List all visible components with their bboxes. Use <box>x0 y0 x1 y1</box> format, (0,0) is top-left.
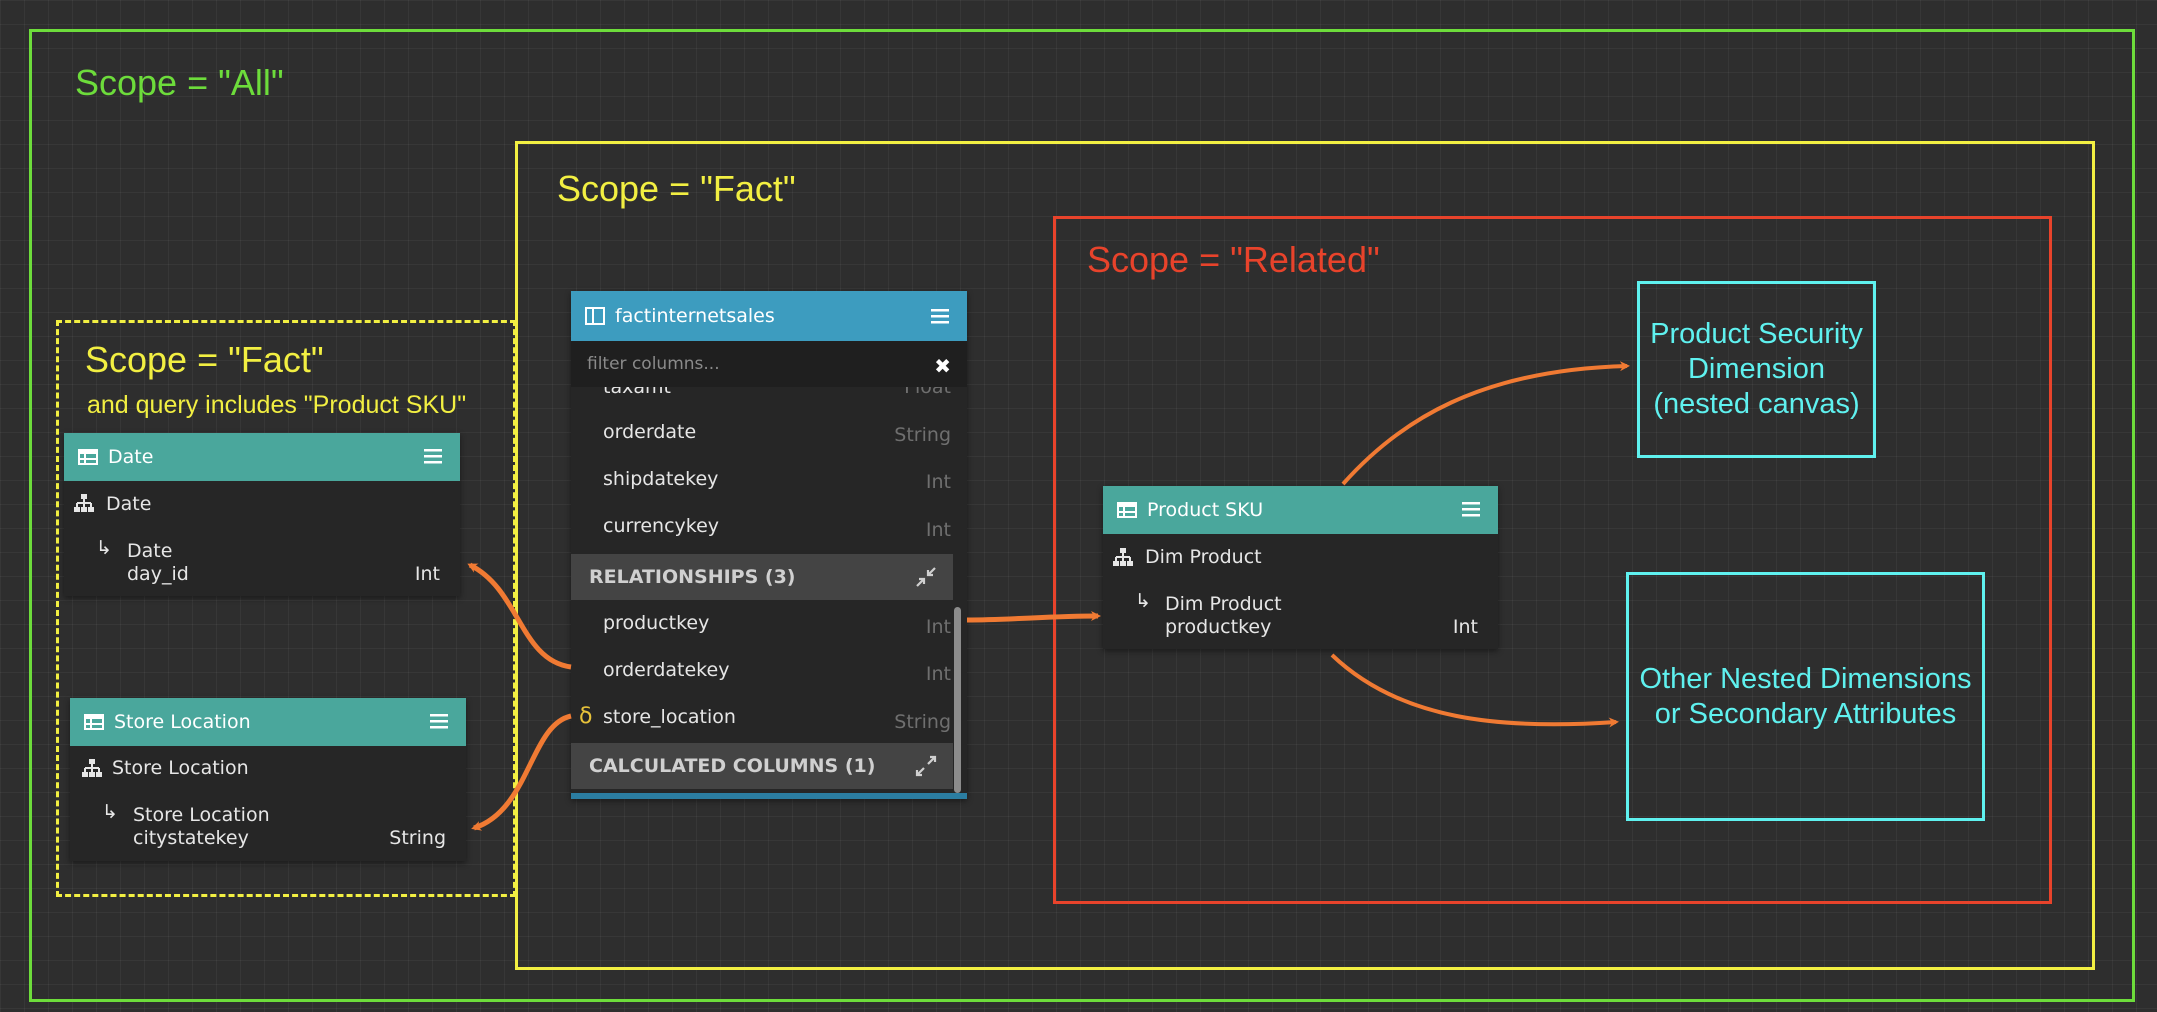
hierarchy-icon <box>1113 548 1133 566</box>
column-name: orderdate <box>603 421 697 443</box>
relationship-name[interactable]: orderdatekey <box>603 659 729 681</box>
table-icon <box>585 307 605 325</box>
relationships-section-header[interactable]: RELATIONSHIPS (3) <box>571 554 953 600</box>
menu-icon[interactable] <box>1462 501 1480 517</box>
product-sku-dimension-card[interactable]: Product SKU Dim Product ↳ Dim Product pr… <box>1103 486 1498 649</box>
product-card-title: Product SKU <box>1147 499 1264 521</box>
menu-icon[interactable] <box>430 713 448 729</box>
relationship-name[interactable]: productkey <box>603 612 709 634</box>
filter-columns-input-overlay[interactable] <box>571 341 901 387</box>
product-level-column: productkey <box>1165 616 1272 638</box>
clear-icon[interactable]: ✖ <box>934 354 951 378</box>
scope-all-label: Scope = "All" <box>75 62 284 103</box>
relationship-name[interactable]: store_location <box>603 706 736 728</box>
other-line-1: Other Nested Dimensions <box>1639 662 1972 695</box>
relationship-type: String <box>894 711 951 733</box>
date-hierarchy-name: Date <box>106 493 152 515</box>
fact-table-title: factinternetsales <box>615 305 775 327</box>
hierarchy-icon <box>82 759 102 777</box>
date-card-header[interactable]: Date <box>64 433 460 481</box>
fact-table-header[interactable]: factinternetsales <box>571 291 967 341</box>
menu-icon[interactable] <box>931 308 949 324</box>
relationship-type: Int <box>925 663 951 685</box>
scrollbar[interactable] <box>954 607 961 793</box>
menu-icon[interactable] <box>424 448 442 464</box>
scope-fact-label: Scope = "Fact" <box>557 168 796 209</box>
table-footer-strip <box>571 793 967 799</box>
column-type: Int <box>925 471 951 493</box>
table-icon <box>78 449 98 465</box>
level-arrow-icon: ↳ <box>96 537 112 559</box>
calculated-columns-section-header[interactable]: CALCULATED COLUMNS (1) <box>571 743 953 789</box>
other-nested-dimensions-box[interactable]: Other Nested Dimensions or Secondary Att… <box>1626 572 1985 821</box>
product-level-name: Dim Product <box>1165 593 1282 615</box>
date-card-title: Date <box>108 446 154 468</box>
table-icon <box>84 714 104 730</box>
store-hierarchy-name: Store Location <box>112 757 249 779</box>
store-level-name: Store Location <box>133 804 270 826</box>
level-arrow-icon: ↳ <box>102 801 118 823</box>
store-level-type: String <box>389 827 446 849</box>
scope-related-label: Scope = "Related" <box>1087 239 1380 280</box>
hierarchy-icon <box>74 494 94 512</box>
date-dimension-card[interactable]: Date Date ↳ Date day_id Int <box>64 433 460 596</box>
column-type: String <box>894 424 951 446</box>
date-level-type: Int <box>414 563 440 585</box>
security-line-3: (nested canvas) <box>1653 387 1860 420</box>
product-security-dimension-box[interactable]: Product Security Dimension (nested canva… <box>1637 281 1876 458</box>
other-line-2: or Secondary Attributes <box>1654 697 1957 730</box>
product-card-header[interactable]: Product SKU <box>1103 486 1498 534</box>
relationship-type: Int <box>925 616 951 638</box>
product-level-type: Int <box>1452 616 1478 638</box>
store-card-title: Store Location <box>114 711 251 733</box>
column-type: Int <box>925 519 951 541</box>
fact-table-card[interactable]: factinternetsales ✖ taxamt Float ✖ order… <box>571 291 967 799</box>
store-level-column: citystatekey <box>133 827 249 849</box>
expand-icon[interactable] <box>915 755 937 777</box>
date-level-column: day_id <box>127 563 189 585</box>
model-canvas[interactable]: Scope = "All" Scope = "Fact" Scope = "Re… <box>0 0 2157 1012</box>
column-name: shipdatekey <box>603 468 719 490</box>
security-line-1: Product Security <box>1650 318 1863 351</box>
collapse-icon[interactable] <box>915 566 937 588</box>
store-location-dimension-card[interactable]: Store Location Store Location ↳ Store Lo… <box>70 698 466 861</box>
column-name: currencykey <box>603 515 720 537</box>
relationships-label: RELATIONSHIPS (3) <box>589 566 796 588</box>
security-line-2: Dimension <box>1687 353 1825 386</box>
level-arrow-icon: ↳ <box>1135 590 1151 612</box>
product-hierarchy-name: Dim Product <box>1145 546 1262 568</box>
table-icon <box>1117 502 1137 518</box>
date-level-name: Date <box>127 540 173 562</box>
delta-marker-icon: δ <box>579 704 593 729</box>
calculated-columns-label: CALCULATED COLUMNS (1) <box>589 755 876 777</box>
store-card-header[interactable]: Store Location <box>70 698 466 746</box>
scope-fact-query-sublabel: and query includes "Product SKU" <box>87 391 467 419</box>
scope-fact-query-label: Scope = "Fact" <box>85 339 324 380</box>
